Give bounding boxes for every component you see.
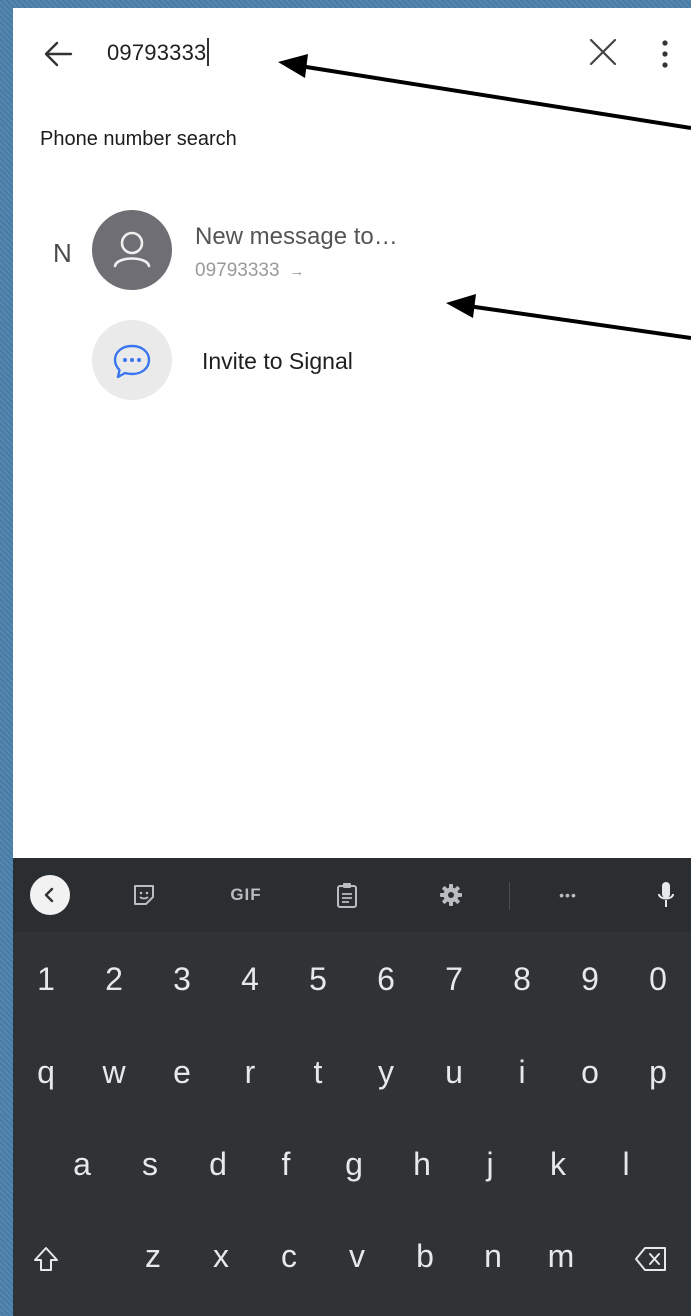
more-tools-button[interactable]: ••• (543, 877, 593, 913)
key-2[interactable]: 2 (84, 948, 144, 1010)
key-a[interactable]: a (52, 1133, 112, 1195)
key-6[interactable]: 6 (356, 948, 416, 1010)
clipboard-icon (337, 883, 357, 908)
key-u[interactable]: u (424, 1041, 484, 1103)
key-s[interactable]: s (120, 1133, 180, 1195)
key-p[interactable]: p (628, 1041, 688, 1103)
key-z[interactable]: z (123, 1225, 183, 1287)
bottom-letter-row: z x c v b n m (13, 1225, 691, 1287)
number-row: 1 2 3 4 5 6 7 8 9 0 (13, 948, 691, 1010)
search-bar: 09793333 (13, 8, 691, 98)
keyboard-collapse-button[interactable] (30, 875, 70, 915)
key-o[interactable]: o (560, 1041, 620, 1103)
sticker-icon (134, 885, 154, 905)
person-icon (113, 231, 151, 268)
top-letter-row: q w e r t y u i o p (13, 1041, 691, 1103)
invite-icon-circle (92, 320, 172, 400)
backspace-key[interactable] (621, 1225, 681, 1287)
sticker-button[interactable] (124, 877, 164, 913)
key-n[interactable]: n (463, 1225, 523, 1287)
clipboard-button[interactable] (327, 877, 367, 913)
key-d[interactable]: d (188, 1133, 248, 1195)
keyboard-toolbar: GIF ••• (13, 858, 691, 932)
key-f[interactable]: f (256, 1133, 316, 1195)
key-3[interactable]: 3 (152, 948, 212, 1010)
gif-button[interactable]: GIF (216, 877, 276, 913)
key-w[interactable]: w (84, 1041, 144, 1103)
gif-label: GIF (230, 885, 262, 904)
key-e[interactable]: e (152, 1041, 212, 1103)
new-message-number: 09793333 (195, 260, 280, 281)
chevron-left-icon (44, 887, 54, 903)
microphone-icon (658, 882, 674, 907)
text-caret (207, 38, 209, 66)
key-7[interactable]: 7 (424, 948, 484, 1010)
key-x[interactable]: x (191, 1225, 251, 1287)
key-k[interactable]: k (528, 1133, 588, 1195)
key-m[interactable]: m (531, 1225, 591, 1287)
mic-button[interactable] (651, 877, 681, 913)
key-q[interactable]: q (16, 1041, 76, 1103)
key-i[interactable]: i (492, 1041, 552, 1103)
chat-bubble-icon (113, 344, 151, 379)
new-message-title: New message to… (195, 223, 398, 250)
key-t[interactable]: t (288, 1041, 348, 1103)
key-c[interactable]: c (259, 1225, 319, 1287)
more-vert-icon[interactable] (655, 34, 675, 74)
key-g[interactable]: g (324, 1133, 384, 1195)
index-letter: N (53, 238, 72, 268)
back-arrow-icon[interactable] (39, 34, 79, 74)
new-message-arrow: → (289, 263, 305, 280)
shift-key[interactable] (16, 1225, 76, 1287)
settings-button[interactable] (431, 877, 471, 913)
key-l[interactable]: l (596, 1133, 656, 1195)
key-1[interactable]: 1 (16, 948, 76, 1010)
close-icon[interactable] (585, 34, 621, 70)
key-4[interactable]: 4 (220, 948, 280, 1010)
keyboard: GIF ••• 1 2 3 4 5 6 7 8 9 0 q w e r t y … (13, 858, 691, 1316)
new-message-subtitle: 09793333 → (195, 260, 305, 282)
middle-letter-row: a s d f g h j k l (13, 1133, 691, 1195)
key-h[interactable]: h (392, 1133, 452, 1195)
keyboard-keys: 1 2 3 4 5 6 7 8 9 0 q w e r t y u i o p … (13, 932, 691, 1316)
section-header: Phone number search (40, 128, 237, 150)
key-r[interactable]: r (220, 1041, 280, 1103)
key-v[interactable]: v (327, 1225, 387, 1287)
more-tools-label: ••• (559, 887, 577, 903)
key-b[interactable]: b (395, 1225, 455, 1287)
avatar (92, 210, 172, 290)
key-9[interactable]: 9 (560, 948, 620, 1010)
invite-label: Invite to Signal (202, 348, 353, 374)
key-5[interactable]: 5 (288, 948, 348, 1010)
settings-gear-icon (440, 884, 462, 906)
shift-icon (34, 1246, 58, 1271)
search-query-text: 09793333 (107, 40, 207, 65)
key-8[interactable]: 8 (492, 948, 552, 1010)
key-j[interactable]: j (460, 1133, 520, 1195)
search-input[interactable]: 09793333 (107, 32, 209, 74)
toolbar-divider (509, 882, 510, 910)
key-y[interactable]: y (356, 1041, 416, 1103)
backspace-icon (635, 1246, 666, 1271)
key-0[interactable]: 0 (628, 948, 688, 1010)
